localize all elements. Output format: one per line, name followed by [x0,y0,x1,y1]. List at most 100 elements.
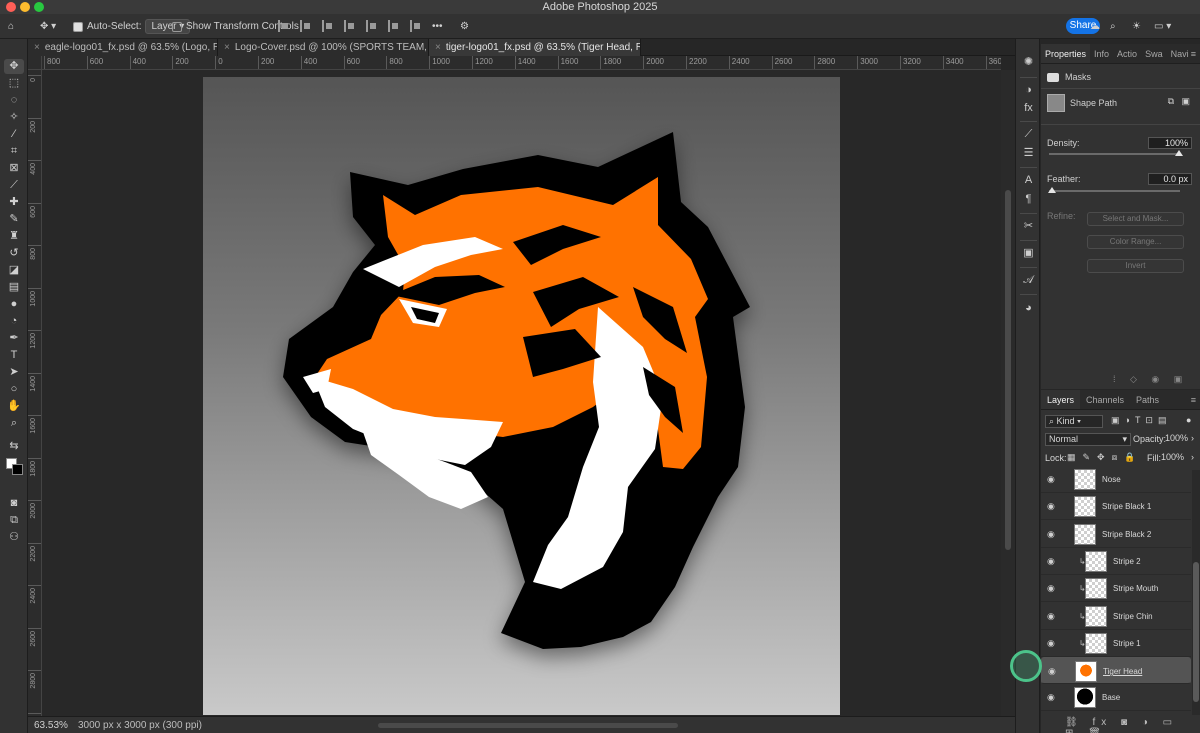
visibility-eye-icon[interactable]: ◉ [1047,501,1055,512]
feather-slider-thumb[interactable] [1048,187,1056,193]
visibility-eye-icon[interactable]: ◉ [1047,556,1055,567]
quick-mask-icon[interactable]: ◙ [4,496,24,511]
layer-thumbnail[interactable] [1074,523,1096,545]
layer-name[interactable]: Nose [1102,475,1121,484]
distribute-icon[interactable] [410,20,420,32]
dodge-tool-icon[interactable]: ◔ [4,314,24,329]
character-icon[interactable]: A [1020,173,1037,188]
layer-row[interactable]: ◉ Stripe Black 1 [1041,493,1191,521]
object-selection-tool-icon[interactable]: ✧ [4,110,24,125]
close-tab-icon[interactable]: × [435,42,441,53]
history-brush-tool-icon[interactable]: ↺ [4,246,24,261]
adjustments-icon[interactable]: ◑ [1020,83,1037,98]
invert-button[interactable]: Invert [1087,259,1184,273]
panel-menu-icon[interactable]: ≡ [1191,44,1196,64]
tab-navigator[interactable]: Navi [1167,44,1193,63]
opacity-input[interactable]: 100% [1165,433,1189,443]
layer-name[interactable]: Stripe Mouth [1113,584,1158,593]
screen-mode-icon[interactable]: ⧉ [4,513,24,528]
layer-thumbnail[interactable] [1085,550,1107,572]
visibility-eye-icon[interactable]: ◉ [1047,692,1055,703]
layer-name[interactable]: Base [1102,693,1120,702]
align-top-icon[interactable] [344,20,354,32]
tab-paths[interactable]: Paths [1130,390,1165,409]
layer-row[interactable]: ◉ ↳ Stripe 2 [1041,548,1191,575]
visibility-eye-icon[interactable]: ◉ [1048,666,1056,677]
filter-type-icons[interactable]: ▣◑T⊡▤ [1111,415,1171,426]
shape-path-row[interactable]: Shape Path ⧉ ▣ [1047,94,1194,116]
layer-thumbnail[interactable] [1074,687,1096,709]
add-pixel-mask-icon[interactable]: ⧉ [1168,96,1174,107]
align-center-icon[interactable] [300,20,310,32]
density-slider-thumb[interactable] [1175,150,1183,156]
generative-ai-icon[interactable]: ✺ [1020,55,1037,70]
add-vector-mask-icon[interactable]: ▣ [1181,96,1190,107]
layer-row[interactable]: ◉ Tiger Head [1041,657,1191,685]
swap-colors-icon[interactable]: ⇆ [4,439,24,454]
pen-tool-icon[interactable]: ✒ [4,331,24,346]
learn-icon[interactable]: ☀ [1132,19,1141,34]
brush-tool-icon[interactable]: ✎ [4,212,24,227]
lock-icons[interactable]: ▦✎✥⧈🔒 [1067,452,1143,463]
layer-row[interactable]: ◉ ↳ Stripe 1 [1041,630,1191,657]
close-tab-icon[interactable]: × [224,42,230,53]
blur-tool-icon[interactable]: ● [4,297,24,312]
edit-toolbar-icon[interactable]: ⚇ [4,530,24,545]
vertical-ruler[interactable]: 0 200 400 600 800 1000 1200 1400 1600 1800 2000 220… [28,70,42,716]
document-canvas[interactable] [203,77,840,715]
tab-channels[interactable]: Channels [1080,390,1130,409]
select-and-mask-button[interactable]: Select and Mask... [1087,212,1184,226]
density-input[interactable]: 100% [1148,137,1192,149]
canvas-vertical-scrollbar[interactable] [1001,70,1015,716]
gradient-tool-icon[interactable]: ▤ [4,280,24,295]
clone-stamp-tool-icon[interactable]: ♜ [4,229,24,244]
layer-thumbnail[interactable] [1074,496,1096,518]
brushes-icon[interactable]: ☰ [1020,146,1037,161]
home-icon[interactable]: ⌂ [8,19,14,34]
layer-name[interactable]: Stripe Black 1 [1102,502,1151,511]
layer-name[interactable]: Stripe Chin [1113,612,1153,621]
visibility-eye-icon[interactable]: ◉ [1047,583,1055,594]
auto-select-checkbox[interactable] [73,21,83,32]
layer-thumbnail[interactable] [1075,661,1097,683]
zoom-tool-icon[interactable]: ⌕ [4,416,24,431]
visibility-eye-icon[interactable]: ◉ [1047,611,1055,622]
crop-tool-icon[interactable]: ⌗ [4,144,24,159]
density-slider[interactable] [1049,153,1180,155]
canvas-horizontal-scrollbar[interactable] [378,723,678,728]
close-tab-icon[interactable]: × [34,42,40,53]
tab-actions[interactable]: Actio [1113,44,1141,63]
layer-name[interactable]: Stripe 2 [1113,557,1141,566]
layer-thumbnail[interactable] [1074,469,1096,490]
move-tool-preset-icon[interactable]: ✥ ▾ [40,19,56,34]
frame-tool-icon[interactable]: ⊠ [4,161,24,176]
tab-tiger-logo[interactable]: × tiger-logo01_fx.psd @ 63.5% (Tiger Head… [429,39,641,56]
layer-thumbnail[interactable] [1085,632,1107,654]
healing-brush-tool-icon[interactable]: ✚ [4,195,24,210]
layer-row[interactable]: ◉ ↳ Stripe Mouth [1041,575,1191,603]
document-info[interactable]: 3000 px x 3000 px (300 ppi) [78,720,202,731]
hand-tool-icon[interactable]: ✋ [4,399,24,414]
layer-name[interactable]: Tiger Head [1103,667,1142,676]
tab-eagle-logo[interactable]: × eagle-logo01_fx.psd @ 63.5% (Logo, RGB/… [28,39,218,56]
color-range-button[interactable]: Color Range... [1087,235,1184,249]
eyedropper-tool-icon[interactable]: ⟋ [4,178,24,193]
horizontal-ruler[interactable]: 800 600 400 200 0 200 400 600 800 1000 1200 1400 160… [42,56,1001,70]
layers-panel-menu-icon[interactable]: ≡ [1191,390,1196,410]
visibility-eye-icon[interactable]: ◉ [1047,638,1055,649]
canvas-workspace[interactable] [42,70,1001,716]
blend-mode-dropdown[interactable]: Normal ▾ [1045,433,1131,446]
layers-scrollbar[interactable] [1192,470,1200,715]
eraser-tool-icon[interactable]: ◪ [4,263,24,278]
tab-layers[interactable]: Layers [1041,390,1081,409]
move-tool-icon[interactable]: ✥ [4,59,24,74]
fill-input[interactable]: 100% [1161,452,1185,462]
lasso-tool-icon[interactable]: ◌ [4,93,24,108]
align-right-icon[interactable] [322,20,332,32]
magic-wand-tool-icon[interactable]: ⁄ [4,127,24,142]
marquee-tool-icon[interactable]: ⬚ [4,76,24,91]
tab-logo-cover[interactable]: × Logo-Cover.psd @ 100% (SPORTS TEAM, RGB… [218,39,429,56]
layer-row[interactable]: ◉ Nose [1041,466,1191,493]
layer-thumbnail[interactable] [1085,605,1107,627]
layer-row[interactable]: ◉ Stripe Black 2 [1041,521,1191,548]
